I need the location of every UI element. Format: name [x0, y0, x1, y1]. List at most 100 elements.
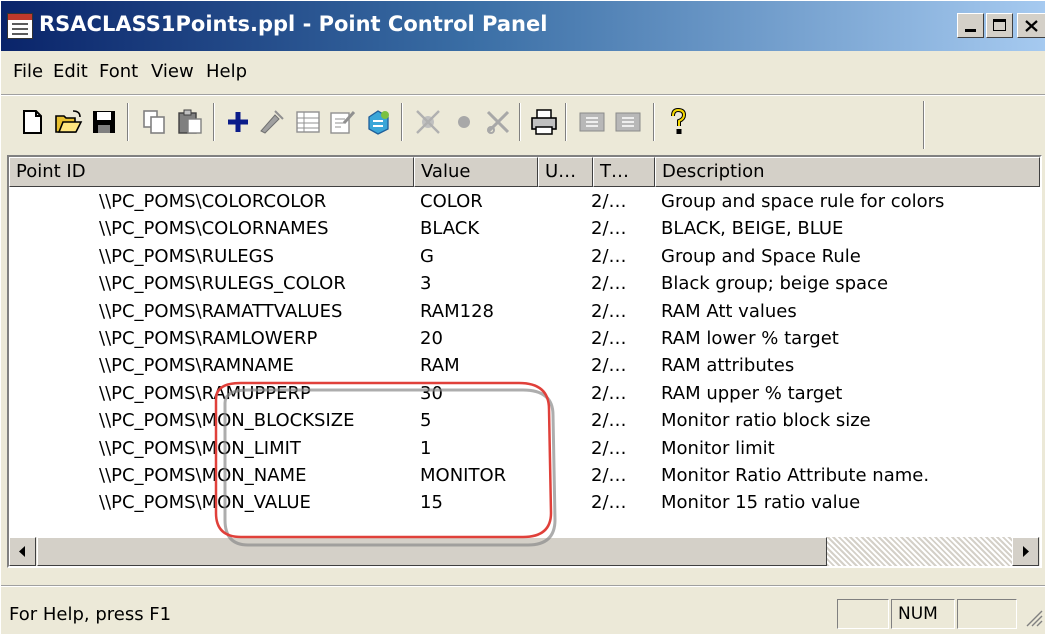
resize-grip-icon[interactable] — [1023, 607, 1043, 627]
new-file-icon[interactable] — [17, 107, 47, 137]
cell-t: 2/… — [591, 191, 627, 212]
table-row[interactable]: \\PC_POMS\MON_BLOCKSIZE 5 2/… Monitor ratio… — [9, 407, 1040, 434]
table-row[interactable]: \\PC_POMS\RULEGS G 2/… Group and Space Rule — [9, 243, 1040, 270]
expand-icon[interactable] — [613, 107, 643, 137]
cell-t: 2/… — [591, 328, 627, 349]
paste-icon[interactable] — [175, 107, 205, 137]
status-separator — [1, 585, 1045, 587]
cell-value: MONITOR — [420, 465, 507, 486]
help-icon[interactable] — [663, 107, 693, 137]
cell-t: 2/… — [591, 382, 627, 404]
table-icon[interactable] — [293, 107, 323, 137]
arrow-left-icon — [19, 546, 25, 557]
cell-t: 2/… — [591, 300, 627, 322]
menu-edit[interactable]: Edit — [53, 61, 88, 82]
scroll-right-button[interactable] — [1012, 537, 1039, 566]
cell-value: COLOR — [420, 191, 483, 212]
cell-description: Group and space rule for colors — [661, 191, 945, 212]
connect-icon[interactable] — [363, 107, 393, 137]
column-header-t[interactable]: T… — [593, 157, 655, 187]
cell-description: Black group; beige space — [661, 273, 889, 295]
cell-point-id: \\PC_POMS\COLORNAMES — [99, 218, 329, 240]
cell-description: BLACK, BEIGE, BLUE — [661, 218, 844, 240]
column-header-u[interactable]: U… — [538, 157, 593, 187]
list-header: Point ID Value U… T… Description — [9, 157, 1040, 187]
toolbar-separator — [565, 103, 567, 141]
table-row[interactable]: \\PC_POMS\RAMUPPERP 30 2/… RAM upper % targ… — [9, 380, 1040, 407]
close-icon — [1025, 20, 1038, 32]
maximize-button[interactable] — [986, 13, 1013, 38]
column-header-description[interactable]: Description — [655, 157, 1040, 187]
open-folder-icon[interactable] — [53, 107, 83, 137]
points-list[interactable]: Point ID Value U… T… Description \\PC_PO… — [7, 155, 1042, 568]
table-row[interactable]: \\PC_POMS\RAMLOWERP 20 2/… RAM lower % targ… — [9, 325, 1040, 352]
table-row[interactable]: \\PC_POMS\RULEGS_COLOR 3 2/… Black group; b… — [9, 270, 1040, 297]
copy-icon[interactable] — [139, 107, 169, 137]
close-button[interactable] — [1017, 13, 1045, 38]
cell-description: Monitor 15 ratio value — [661, 492, 861, 514]
title-bar[interactable]: RSACLASS1Points.ppl - Point Control Pane… — [1, 1, 1045, 51]
table-row[interactable]: \\PC_POMS\MON_LIMIT 1 2/… Monitor limit — [9, 435, 1040, 462]
add-icon[interactable] — [223, 107, 253, 137]
toolbar-separator — [653, 103, 655, 141]
table-row[interactable]: \\PC_POMS\RAMATTVALUES RAM128 2/… RAM Att v… — [9, 298, 1040, 325]
save-icon[interactable] — [89, 107, 119, 137]
app-icon — [7, 13, 33, 39]
menu-separator — [1, 94, 1045, 96]
window-title: RSACLASS1Points.ppl - Point Control Pane… — [39, 12, 548, 36]
scroll-thumb[interactable] — [37, 537, 827, 566]
table-row[interactable]: \\PC_POMS\COLORCOLOR COLOR 2/… Group and sp… — [9, 188, 1040, 215]
cell-point-id: \\PC_POMS\MON_BLOCKSIZE — [99, 410, 355, 432]
cell-t: 2/… — [591, 465, 627, 486]
table-row[interactable]: \\PC_POMS\MON_VALUE 15 2/… Monitor 15 ratio… — [9, 489, 1040, 516]
table-row[interactable]: \\PC_POMS\COLORNAMES BLACK 2/… BLACK, BEIGE… — [9, 215, 1040, 242]
cell-point-id: \\PC_POMS\MON_VALUE — [99, 492, 311, 514]
toolbar-edge — [923, 101, 925, 149]
horizontal-scrollbar[interactable] — [9, 537, 1040, 566]
cell-description: Monitor Ratio Attribute name. — [661, 465, 930, 486]
menu-bar: File Edit Font View Help — [1, 56, 1045, 90]
cell-description: Monitor ratio block size — [661, 410, 871, 432]
cell-point-id: \\PC_POMS\RAMATTVALUES — [99, 300, 343, 322]
table-row[interactable]: \\PC_POMS\MON_NAME MONITOR 2/… Monitor Rati… — [9, 462, 1040, 489]
toolbar-separator — [127, 103, 129, 141]
properties-icon[interactable] — [327, 107, 357, 137]
cell-t: 2/… — [591, 492, 627, 514]
cell-value: 5 — [420, 410, 432, 432]
menu-help[interactable]: Help — [206, 61, 247, 82]
cell-point-id: \\PC_POMS\MON_NAME — [99, 465, 307, 486]
cut-icon[interactable] — [483, 107, 513, 137]
menu-file[interactable]: File — [13, 61, 43, 82]
print-icon[interactable] — [529, 107, 559, 137]
toolbar-separator — [401, 103, 403, 141]
cell-description: RAM lower % target — [661, 328, 839, 349]
table-row[interactable]: \\PC_POMS\RAMNAME RAM 2/… RAM attributes — [9, 352, 1040, 379]
toolbar — [11, 99, 921, 149]
menu-font[interactable]: Font — [99, 61, 138, 82]
status-panel-caps — [837, 599, 889, 629]
record-icon[interactable] — [449, 107, 479, 137]
cell-point-id: \\PC_POMS\RULEGS — [99, 245, 275, 267]
cell-point-id: \\PC_POMS\RAMNAME — [99, 355, 294, 377]
cell-point-id: \\PC_POMS\COLORCOLOR — [99, 191, 327, 212]
scroll-left-button[interactable] — [9, 537, 36, 566]
cell-value: RAM128 — [420, 300, 494, 322]
column-header-point-id[interactable]: Point ID — [9, 157, 414, 187]
maximize-icon — [993, 19, 1006, 31]
menu-view[interactable]: View — [151, 61, 194, 82]
cell-value: G — [420, 245, 434, 267]
disconnect-icon[interactable] — [413, 107, 443, 137]
edit-point-icon[interactable] — [257, 107, 287, 137]
cell-description: RAM attributes — [661, 355, 795, 377]
cell-point-id: \\PC_POMS\MON_LIMIT — [99, 437, 301, 459]
scroll-track[interactable] — [827, 537, 1012, 566]
cell-description: RAM upper % target — [661, 382, 843, 404]
minimize-button[interactable] — [957, 13, 984, 38]
collapse-icon[interactable] — [577, 107, 607, 137]
arrow-right-icon — [1023, 546, 1029, 557]
column-header-value[interactable]: Value — [414, 157, 538, 187]
cell-value: BLACK — [420, 218, 480, 240]
cell-description: Monitor limit — [661, 437, 775, 459]
cell-description: Group and Space Rule — [661, 245, 861, 267]
cell-t: 2/… — [591, 355, 627, 377]
